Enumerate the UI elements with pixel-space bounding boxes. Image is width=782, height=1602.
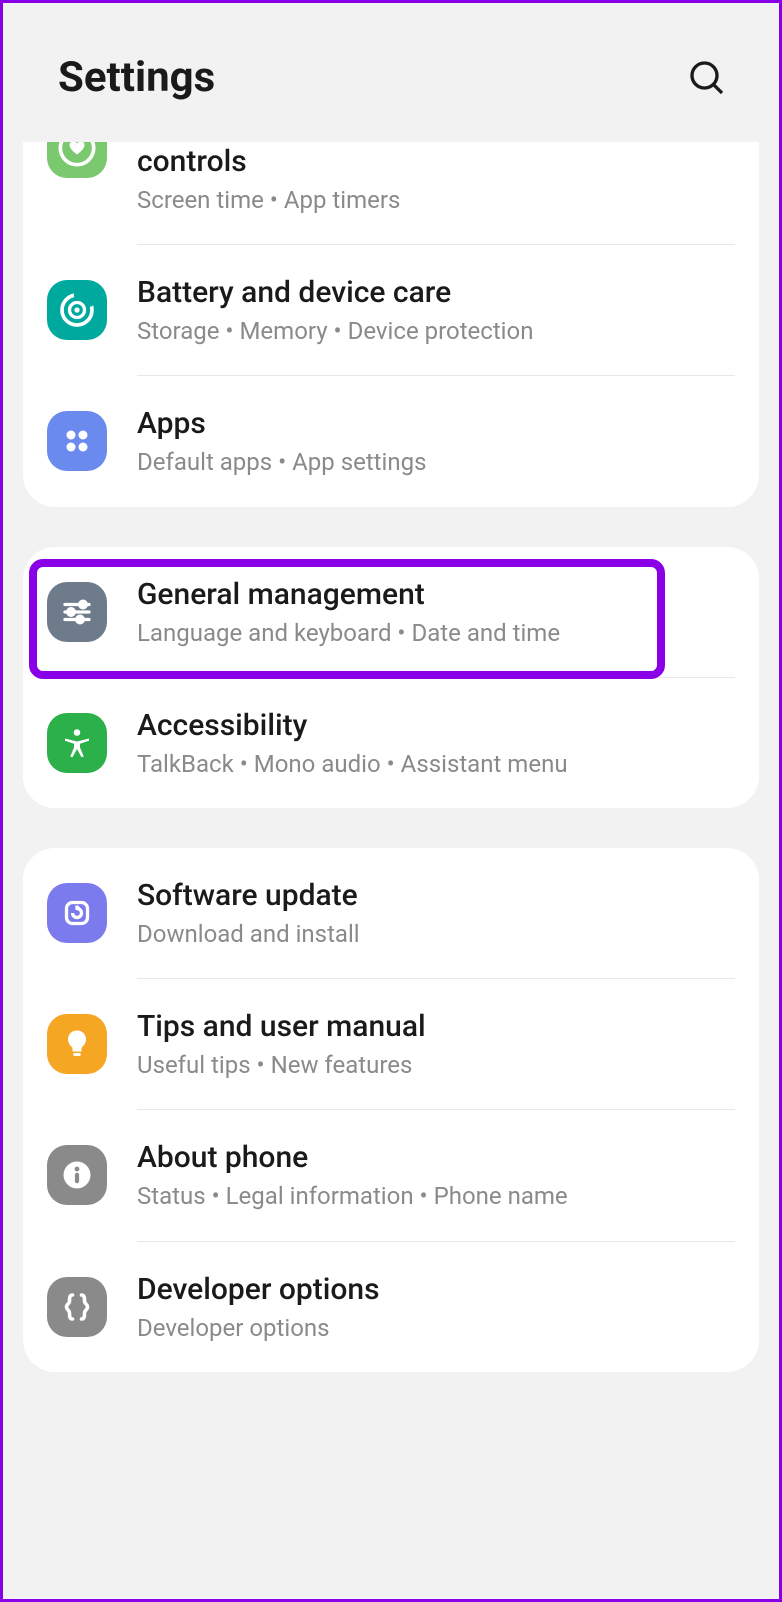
item-subtitle: Status • Legal information • Phone name	[137, 1181, 735, 1212]
settings-item-accessibility[interactable]: Accessibility TalkBack • Mono audio • As…	[23, 678, 759, 808]
item-title: Apps	[137, 404, 735, 443]
item-title: About phone	[137, 1138, 735, 1177]
settings-item-battery-device-care[interactable]: Battery and device care Storage • Memory…	[23, 245, 759, 375]
person-icon	[47, 713, 107, 773]
bulb-icon	[47, 1014, 107, 1074]
item-text: Battery and device care Storage • Memory…	[137, 273, 735, 347]
item-title: Tips and user manual	[137, 1007, 735, 1046]
search-icon	[687, 58, 727, 98]
item-text: controls Screen time • App timers	[137, 142, 735, 216]
item-text: Developer options Developer options	[137, 1270, 735, 1344]
settings-screen: Settings controls Screen time • App time…	[0, 0, 782, 1602]
item-title: Accessibility	[137, 706, 735, 745]
item-text: About phone Status • Legal information •…	[137, 1138, 735, 1212]
settings-group: General management Language and keyboard…	[23, 547, 759, 808]
heart-circle-icon	[47, 142, 107, 178]
settings-item-about-phone[interactable]: About phone Status • Legal information •…	[23, 1110, 759, 1240]
item-text: Software update Download and install	[137, 876, 735, 950]
item-subtitle: Storage • Memory • Device protection	[137, 316, 735, 347]
search-button[interactable]	[685, 56, 729, 100]
settings-item-software-update[interactable]: Software update Download and install	[23, 848, 759, 978]
item-title: General management	[137, 575, 735, 614]
settings-item-general-management[interactable]: General management Language and keyboard…	[23, 547, 759, 677]
item-text: Tips and user manual Useful tips • New f…	[137, 1007, 735, 1081]
settings-group: controls Screen time • App timers Batter…	[23, 142, 759, 507]
item-subtitle: Screen time • App timers	[137, 185, 735, 216]
sliders-icon	[47, 582, 107, 642]
item-title: Developer options	[137, 1270, 735, 1309]
settings-item-tips-manual[interactable]: Tips and user manual Useful tips • New f…	[23, 979, 759, 1109]
refresh-icon	[47, 883, 107, 943]
item-subtitle: Developer options	[137, 1313, 735, 1344]
header: Settings	[3, 3, 779, 142]
item-text: Apps Default apps • App settings	[137, 404, 735, 478]
item-title: Software update	[137, 876, 735, 915]
item-subtitle: Useful tips • New features	[137, 1050, 735, 1081]
item-title: controls	[137, 142, 735, 181]
settings-item-developer-options[interactable]: Developer options Developer options	[23, 1242, 759, 1372]
settings-item-digital-wellbeing[interactable]: controls Screen time • App timers	[23, 142, 759, 244]
settings-item-apps[interactable]: Apps Default apps • App settings	[23, 376, 759, 506]
braces-icon	[47, 1277, 107, 1337]
item-title: Battery and device care	[137, 273, 735, 312]
info-icon	[47, 1145, 107, 1205]
item-subtitle: TalkBack • Mono audio • Assistant menu	[137, 749, 735, 780]
item-subtitle: Language and keyboard • Date and time	[137, 618, 735, 649]
target-icon	[47, 280, 107, 340]
page-title: Settings	[58, 53, 215, 102]
item-text: Accessibility TalkBack • Mono audio • As…	[137, 706, 735, 780]
settings-group: Software update Download and install Tip…	[23, 848, 759, 1372]
item-subtitle: Download and install	[137, 919, 735, 950]
item-text: General management Language and keyboard…	[137, 575, 735, 649]
item-subtitle: Default apps • App settings	[137, 447, 735, 478]
grid-icon	[47, 411, 107, 471]
